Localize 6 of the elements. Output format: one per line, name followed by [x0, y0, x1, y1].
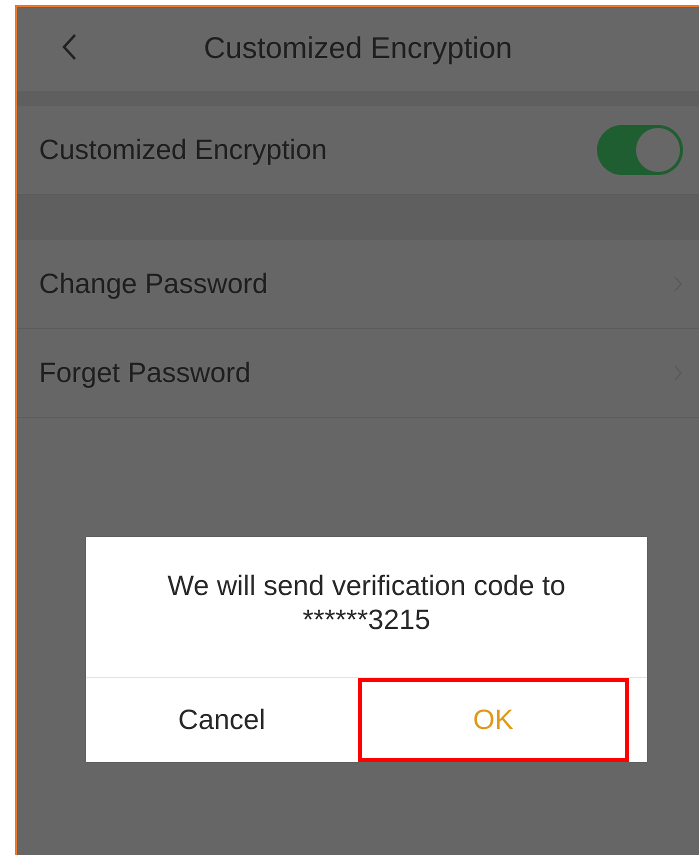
screen-title: Customized Encryption	[204, 32, 512, 66]
ok-button[interactable]: OK	[358, 678, 629, 762]
dialog-message: We will send verification code to ******3215	[166, 569, 566, 637]
setting-label: Customized Encryption	[39, 134, 328, 166]
toggle-switch[interactable]	[597, 125, 683, 175]
back-icon[interactable]	[61, 33, 77, 61]
